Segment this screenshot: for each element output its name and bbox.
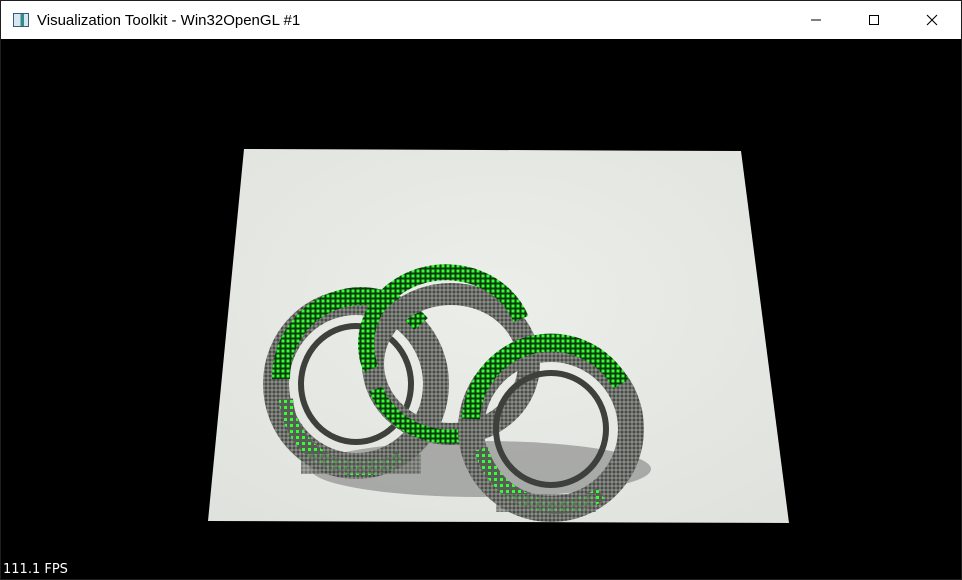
maximize-icon: [869, 15, 879, 25]
minimize-icon: [811, 19, 821, 21]
depth-noise: [496, 494, 596, 512]
depth-noise: [301, 454, 421, 474]
minimize-button[interactable]: [787, 1, 845, 39]
fps-counter: 111.1 FPS: [3, 562, 68, 577]
title-bar[interactable]: Visualization Toolkit - Win32OpenGL #1: [1, 1, 961, 39]
window-title: Visualization Toolkit - Win32OpenGL #1: [37, 11, 301, 29]
render-viewport[interactable]: 111.1 FPS: [1, 39, 961, 579]
close-button[interactable]: [903, 1, 961, 39]
vtk-app-icon: [13, 13, 29, 27]
close-icon: [926, 14, 938, 26]
point-cloud-scene: [208, 149, 789, 523]
vtk-render-window: Visualization Toolkit - Win32OpenGL #1 1…: [0, 0, 962, 580]
maximize-button[interactable]: [845, 1, 903, 39]
window-controls: [787, 1, 961, 39]
